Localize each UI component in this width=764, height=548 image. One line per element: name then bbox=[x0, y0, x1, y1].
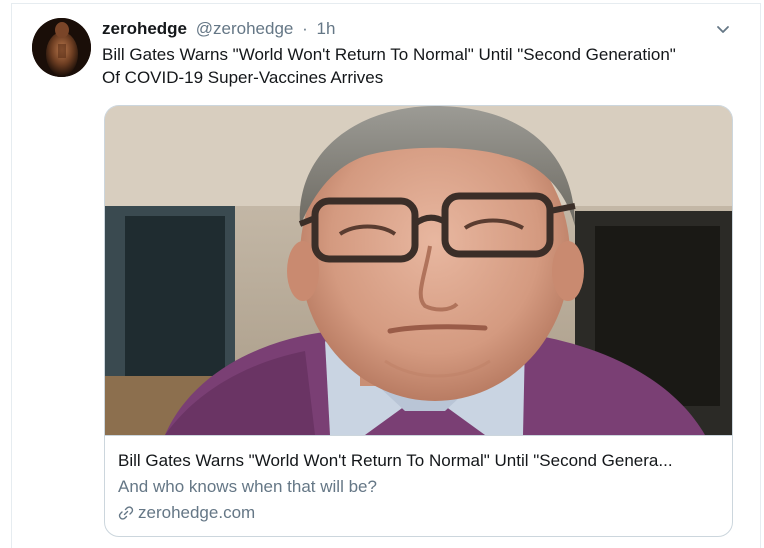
author-name[interactable]: zerohedge bbox=[102, 19, 187, 38]
link-card[interactable]: Bill Gates Warns "World Won't Return To … bbox=[104, 105, 733, 537]
card-description: And who knows when that will be? bbox=[118, 477, 377, 496]
avatar[interactable] bbox=[32, 18, 91, 77]
card-body[interactable]: Bill Gates Warns "World Won't Return To … bbox=[105, 435, 732, 536]
link-icon bbox=[118, 505, 134, 527]
avatar-image bbox=[32, 18, 91, 77]
card-domain[interactable]: zerohedge.com bbox=[118, 502, 718, 527]
tweet-text: Bill Gates Warns "World Won't Return To … bbox=[102, 43, 742, 89]
tweet-text-line-1: Bill Gates Warns "World Won't Return To … bbox=[102, 45, 676, 64]
tweet-timestamp[interactable]: 1h bbox=[317, 19, 336, 38]
card-image[interactable] bbox=[105, 106, 732, 435]
tweet[interactable]: zerohedge @zerohedge · 1h Bill Gates War… bbox=[11, 3, 761, 548]
tweet-header: zerohedge @zerohedge · 1h bbox=[102, 18, 335, 40]
chevron-down-icon[interactable] bbox=[712, 18, 734, 40]
separator-dot: · bbox=[302, 19, 308, 38]
card-photo bbox=[105, 106, 732, 435]
author-handle[interactable]: @zerohedge bbox=[196, 19, 294, 38]
card-domain-text: zerohedge.com bbox=[138, 503, 256, 522]
card-title[interactable]: Bill Gates Warns "World Won't Return To … bbox=[118, 450, 718, 472]
tweet-text-line-2: Of COVID-19 Super-Vaccines Arrives bbox=[102, 68, 384, 87]
